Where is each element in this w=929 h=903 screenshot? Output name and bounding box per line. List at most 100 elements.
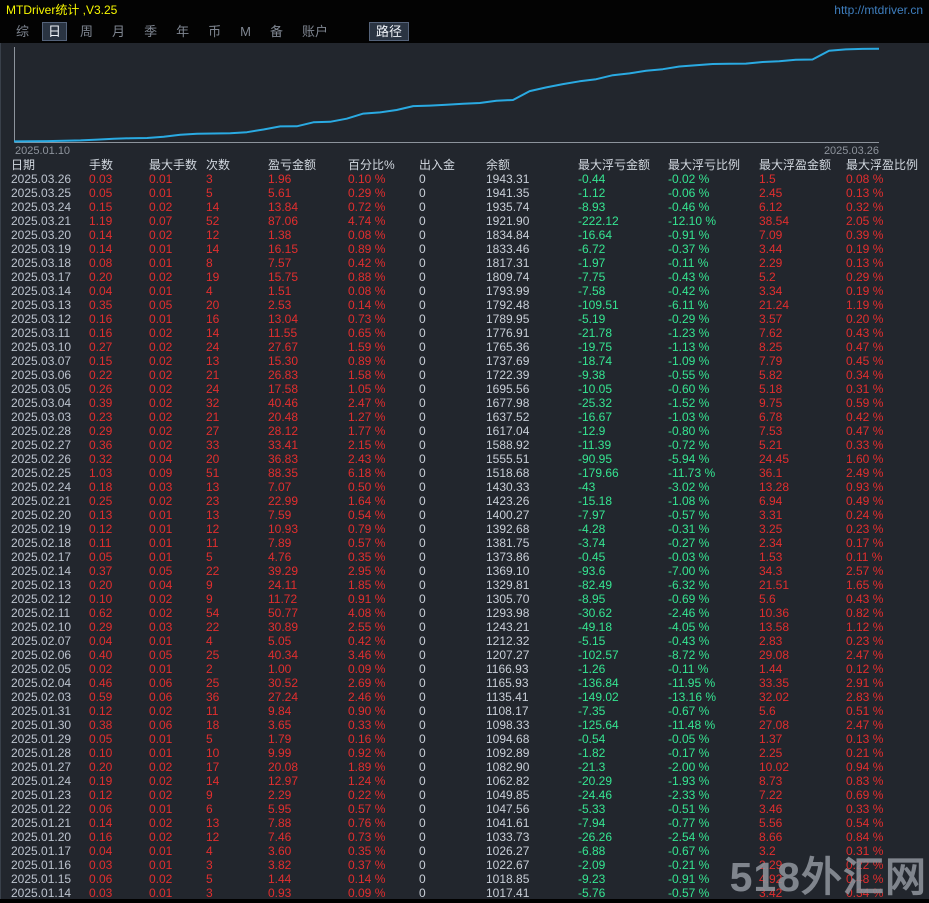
cell: 22 <box>206 564 220 578</box>
cell: -7.00 % <box>668 564 710 578</box>
cell: 5.82 <box>759 368 783 382</box>
cell: 0.57 % <box>348 536 386 550</box>
cell: 0.19 % <box>846 242 884 256</box>
cell: 0.40 <box>89 648 113 662</box>
cell: 0.01 <box>149 732 173 746</box>
cell: 0.76 % <box>348 816 386 830</box>
cell: 2025.02.24 <box>11 480 72 494</box>
menu-item-备[interactable]: 备 <box>264 22 289 41</box>
table-row: 2025.03.21 1.19 0.07 52 87.06 4.74 % 0 1921.90 -… <box>1 214 929 228</box>
cell: -1.09 % <box>668 354 710 368</box>
cell: -0.42 % <box>668 284 710 298</box>
menu-item-年[interactable]: 年 <box>170 22 195 41</box>
cell: 0.37 % <box>348 858 386 872</box>
cell: 24 <box>206 382 220 396</box>
cell: 1817.31 <box>486 256 530 270</box>
cell: 0.02 <box>149 326 173 340</box>
menu-item-季[interactable]: 季 <box>138 22 163 41</box>
cell: -0.37 % <box>668 242 710 256</box>
cell: 2025.02.28 <box>11 424 72 438</box>
menu-item-M[interactable]: M <box>234 22 257 41</box>
table-row: 2025.02.19 0.12 0.01 12 10.93 0.79 % 0 1392.68 -… <box>1 522 929 536</box>
cell: 1765.36 <box>486 340 530 354</box>
menu-item-日[interactable]: 日 <box>42 22 68 41</box>
cell: 0 <box>419 578 426 592</box>
menu-item-币[interactable]: 币 <box>202 22 227 41</box>
cell: 0 <box>419 816 426 830</box>
cell: -8.93 <box>578 200 606 214</box>
cell: -8.95 <box>578 592 606 606</box>
column-header: 余额 <box>486 158 511 172</box>
cell: -2.54 % <box>668 830 710 844</box>
cell: 0.03 <box>89 858 113 872</box>
cell: 0.03 <box>149 480 173 494</box>
cell: 1165.93 <box>486 676 529 690</box>
cell: 2.83 % <box>846 690 884 704</box>
menu-item-综[interactable]: 综 <box>10 22 35 41</box>
cell: 2025.02.17 <box>11 550 72 564</box>
cell: 0 <box>419 172 426 186</box>
menu-item-账户[interactable]: 账户 <box>296 22 334 41</box>
cell: 0 <box>419 606 426 620</box>
cell: 0.01 <box>149 844 173 858</box>
cell: 9 <box>206 578 213 592</box>
cell: -13.16 % <box>668 690 717 704</box>
cell: 1941.35 <box>486 186 530 200</box>
cell: 2025.01.22 <box>11 802 72 816</box>
cell: -222.12 <box>578 214 619 228</box>
cell: 2025.02.05 <box>11 662 72 676</box>
cell: 11.55 <box>268 326 298 340</box>
cell: 36.83 <box>268 452 299 466</box>
cell: 33.35 <box>759 676 790 690</box>
cell: 28.12 <box>268 424 299 438</box>
cell: 3.60 <box>268 844 292 858</box>
path-button[interactable]: 路径 <box>368 22 409 41</box>
menu-item-月[interactable]: 月 <box>106 22 131 41</box>
table-row: 2025.01.20 0.16 0.02 12 7.46 0.73 % 0 1033.73 -2… <box>1 830 929 844</box>
cell: 1.37 <box>759 732 783 746</box>
cell: 11 <box>206 536 219 550</box>
cell: 2025.03.13 <box>11 298 72 312</box>
cell: 2.05 % <box>846 214 884 228</box>
cell: 2.95 % <box>348 564 386 578</box>
column-header: 最大浮盈金额 <box>759 158 832 172</box>
cell: 0.20 <box>89 578 113 592</box>
cell: 0.06 <box>149 676 173 690</box>
cell: 0.20 <box>89 760 113 774</box>
cell: 3 <box>206 172 213 186</box>
cell: 0.02 <box>149 788 173 802</box>
cell: 2025.02.25 <box>11 466 72 480</box>
cell: 2025.03.17 <box>11 270 72 284</box>
site-link[interactable]: http://mtdriver.cn <box>834 0 923 20</box>
cell: 40.34 <box>268 648 299 662</box>
cell: 0.91 % <box>348 592 386 606</box>
cell: 0.22 <box>89 368 113 382</box>
cell: 8 <box>206 256 213 270</box>
cell: 0.04 <box>149 452 173 466</box>
cell: 0.14 % <box>348 872 386 886</box>
cell: 0.03 <box>89 172 113 186</box>
cell: 0.22 % <box>348 788 386 802</box>
cell: 0.02 <box>149 340 173 354</box>
cell: 13 <box>206 354 220 368</box>
cell: 0 <box>419 732 426 746</box>
cell: 0.05 <box>89 186 113 200</box>
cell: 1809.74 <box>486 270 530 284</box>
cell: 2025.03.11 <box>11 326 71 340</box>
cell: 1373.86 <box>486 550 530 564</box>
cell: 13.58 <box>759 620 790 634</box>
cell: 25 <box>206 648 220 662</box>
app-title: MTDriver统计 ,V3.25 <box>6 3 118 17</box>
cell: 0.89 % <box>348 242 386 256</box>
cell: 3 <box>206 886 213 900</box>
cell: -0.45 <box>578 550 606 564</box>
cell: 0 <box>419 466 426 480</box>
menu-item-周[interactable]: 周 <box>74 22 99 41</box>
cell: 0.04 <box>89 634 113 648</box>
cell: 0.16 <box>89 326 113 340</box>
cell: 0.93 % <box>846 480 884 494</box>
cell: -0.29 % <box>668 312 710 326</box>
chart-end-date-label: 2025.03.26 <box>824 145 879 157</box>
cell: 0.48 % <box>846 872 884 886</box>
cell: 2025.02.12 <box>11 592 72 606</box>
